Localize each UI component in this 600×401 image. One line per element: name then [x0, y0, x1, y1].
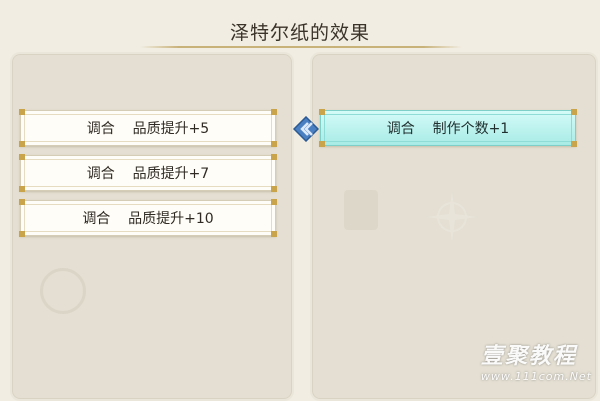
faded-item-icon — [344, 190, 378, 230]
option-label: 调合 品质提升+10 — [82, 211, 214, 227]
gold-corner-icon — [571, 141, 577, 147]
gold-corner-icon — [19, 231, 25, 237]
gold-corner-icon — [271, 109, 277, 115]
gold-corner-icon — [19, 154, 25, 160]
gold-corner-icon — [319, 109, 325, 115]
watermark: 壹聚教程 www.111com.Net — [481, 338, 592, 383]
gold-corner-icon — [271, 199, 277, 205]
gold-corner-icon — [19, 186, 25, 192]
page-title: 泽特尔纸的效果 — [229, 22, 370, 44]
gold-corner-icon — [271, 141, 277, 147]
watermark-title: 壹聚教程 — [480, 344, 577, 369]
gold-corner-icon — [19, 141, 25, 147]
watermark-url: www.111com.Net — [480, 370, 592, 383]
gold-corner-icon — [271, 186, 277, 192]
option-card-quality-5[interactable]: 调合 品质提升+5 — [19, 109, 277, 147]
gold-corner-icon — [271, 231, 277, 237]
faded-round-icon — [40, 268, 86, 314]
sparkle-icon — [427, 192, 477, 242]
title-divider — [140, 46, 462, 48]
gold-corner-icon — [19, 199, 25, 205]
option-card-quantity-1[interactable]: 调合 制作个数+1 — [319, 109, 577, 147]
option-label: 调合 品质提升+5 — [86, 121, 210, 137]
option-card-quality-7[interactable]: 调合 品质提升+7 — [19, 154, 277, 192]
gold-corner-icon — [19, 109, 25, 115]
gold-corner-icon — [319, 141, 325, 147]
option-label: 调合 品质提升+7 — [86, 166, 210, 182]
gold-corner-icon — [571, 109, 577, 115]
option-card-quality-10[interactable]: 调合 品质提升+10 — [19, 199, 277, 237]
option-label: 调合 制作个数+1 — [386, 121, 510, 137]
gold-corner-icon — [271, 154, 277, 160]
blue-diamond-arrow-icon — [293, 116, 319, 142]
